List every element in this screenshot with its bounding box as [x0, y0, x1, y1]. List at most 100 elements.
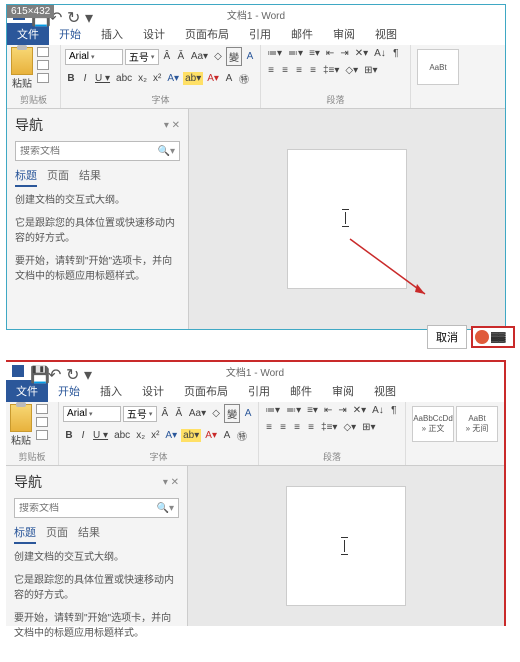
nav-tab-headings[interactable]: 标题 — [14, 524, 36, 544]
text-effects-icon[interactable]: A▾ — [165, 72, 181, 85]
nav-tab-pages[interactable]: 页面 — [47, 167, 69, 187]
font-color-icon[interactable]: A▾ — [205, 72, 221, 85]
text-direction-icon[interactable]: ✕▾ — [351, 404, 368, 417]
tab-layout[interactable]: 页面布局 — [174, 380, 238, 402]
clear-format-icon[interactable]: ◇ — [212, 50, 224, 63]
align-left-icon[interactable]: ≡ — [265, 64, 277, 77]
style-normal[interactable]: AaBbCcDd » 正文 — [412, 406, 454, 442]
font-size-select[interactable]: 五号▾ — [123, 406, 157, 422]
qat-dropdown-icon[interactable]: ▾ — [85, 8, 97, 20]
character-border-icon[interactable]: A — [242, 407, 254, 420]
grow-font-icon[interactable]: Â — [161, 50, 173, 63]
document-page[interactable] — [287, 149, 407, 289]
qat-dropdown-icon[interactable]: ▾ — [84, 365, 96, 377]
multilevel-icon[interactable]: ≡▾ — [307, 47, 322, 60]
nav-search[interactable]: 🔍▾ — [15, 141, 180, 161]
show-marks-icon[interactable]: ¶ — [388, 404, 400, 417]
tab-review[interactable]: 审阅 — [322, 380, 364, 402]
underline-button[interactable]: U ▾ — [93, 72, 112, 85]
phonetic-guide-icon[interactable]: 變 — [224, 404, 240, 423]
italic-button[interactable]: I — [79, 72, 91, 85]
show-marks-icon[interactable]: ¶ — [390, 47, 402, 60]
phonetic-guide-icon[interactable]: 變 — [226, 47, 242, 66]
nav-tab-pages[interactable]: 页面 — [46, 524, 68, 544]
copy-icon[interactable] — [37, 60, 49, 70]
multilevel-icon[interactable]: ≡▾ — [305, 404, 320, 417]
tab-insert[interactable]: 插入 — [91, 23, 133, 45]
style-nospace[interactable]: AaBt » 无间 — [456, 406, 498, 442]
tab-review[interactable]: 审阅 — [323, 23, 365, 45]
borders-icon[interactable]: ⊞▾ — [362, 64, 379, 77]
decrease-indent-icon[interactable]: ⇤ — [322, 404, 334, 417]
nav-search[interactable]: 🔍▾ — [14, 498, 179, 518]
sort-icon[interactable]: A↓ — [370, 404, 386, 417]
style-normal[interactable]: AaBt — [417, 49, 459, 85]
cut-icon[interactable] — [37, 47, 49, 57]
nav-tab-results[interactable]: 结果 — [79, 167, 101, 187]
document-area[interactable] — [188, 466, 504, 626]
redo-icon[interactable]: ↻ — [67, 8, 79, 20]
paste-button[interactable]: 粘贴 — [10, 404, 32, 447]
tab-layout[interactable]: 页面布局 — [175, 23, 239, 45]
nav-tab-results[interactable]: 结果 — [78, 524, 100, 544]
search-icon[interactable]: 🔍▾ — [158, 146, 175, 157]
align-right-icon[interactable]: ≡ — [291, 421, 303, 434]
align-center-icon[interactable]: ≡ — [277, 421, 289, 434]
align-left-icon[interactable]: ≡ — [263, 421, 275, 434]
tab-references[interactable]: 引用 — [239, 23, 281, 45]
font-name-select[interactable]: Arial▾ — [63, 406, 121, 422]
bold-button[interactable]: B — [63, 429, 75, 442]
grow-font-icon[interactable]: Â — [159, 407, 171, 420]
tab-view[interactable]: 视图 — [365, 23, 407, 45]
undo-icon[interactable]: ↶ — [48, 365, 60, 377]
cancel-button[interactable]: 取消 — [427, 325, 467, 349]
cut-icon[interactable] — [36, 404, 48, 414]
align-center-icon[interactable]: ≡ — [279, 64, 291, 77]
redo-icon[interactable]: ↻ — [66, 365, 78, 377]
nav-search-input[interactable] — [20, 146, 140, 157]
line-spacing-icon[interactable]: ‡≡▾ — [319, 421, 339, 434]
format-painter-icon[interactable] — [36, 430, 48, 440]
paste-button[interactable]: 粘贴 — [11, 47, 33, 90]
highlight-icon[interactable]: ab▾ — [181, 429, 201, 442]
font-color-icon[interactable]: A▾ — [203, 429, 219, 442]
numbering-icon[interactable]: ≕▾ — [284, 404, 303, 417]
bold-button[interactable]: B — [65, 72, 77, 85]
document-page[interactable] — [286, 486, 406, 606]
highlight-icon[interactable]: ab▾ — [183, 72, 203, 85]
change-case-icon[interactable]: Aa▾ — [187, 407, 208, 420]
justify-icon[interactable]: ≡ — [305, 421, 317, 434]
bullets-icon[interactable]: ≔▾ — [263, 404, 282, 417]
tab-design[interactable]: 设计 — [132, 380, 174, 402]
numbering-icon[interactable]: ≕▾ — [286, 47, 305, 60]
borders-icon[interactable]: ⊞▾ — [360, 421, 377, 434]
search-icon[interactable]: 🔍▾ — [157, 503, 174, 514]
bullets-icon[interactable]: ≔▾ — [265, 47, 284, 60]
strikethrough-button[interactable]: abc — [112, 429, 132, 442]
shrink-font-icon[interactable]: Ǎ — [175, 50, 187, 63]
clear-format-icon[interactable]: ◇ — [210, 407, 222, 420]
change-case-icon[interactable]: Aa▾ — [189, 50, 210, 63]
italic-button[interactable]: I — [77, 429, 89, 442]
tab-design[interactable]: 设计 — [133, 23, 175, 45]
superscript-button[interactable]: x² — [149, 429, 161, 442]
tab-mailings[interactable]: 邮件 — [281, 23, 323, 45]
character-border-icon[interactable]: A — [244, 50, 256, 63]
nav-search-input[interactable] — [19, 503, 139, 514]
underline-button[interactable]: U ▾ — [91, 429, 110, 442]
format-painter-icon[interactable] — [37, 73, 49, 83]
tab-references[interactable]: 引用 — [238, 380, 280, 402]
superscript-button[interactable]: x² — [151, 72, 163, 85]
text-effects-icon[interactable]: A▾ — [163, 429, 179, 442]
tab-view[interactable]: 视图 — [364, 380, 406, 402]
increase-indent-icon[interactable]: ⇥ — [338, 47, 350, 60]
nav-dropdown-icon[interactable]: ▾ ✕ — [163, 477, 179, 488]
nav-tab-headings[interactable]: 标题 — [15, 167, 37, 187]
character-shading-icon[interactable]: A — [223, 72, 235, 85]
sort-icon[interactable]: A↓ — [372, 47, 388, 60]
document-area[interactable]: 取消 ▓▓ — [189, 109, 505, 329]
nav-dropdown-icon[interactable]: ▾ ✕ — [164, 120, 180, 131]
shading-icon[interactable]: ◇▾ — [343, 64, 360, 77]
line-spacing-icon[interactable]: ‡≡▾ — [321, 64, 341, 77]
save-icon[interactable]: 💾 — [30, 365, 42, 377]
